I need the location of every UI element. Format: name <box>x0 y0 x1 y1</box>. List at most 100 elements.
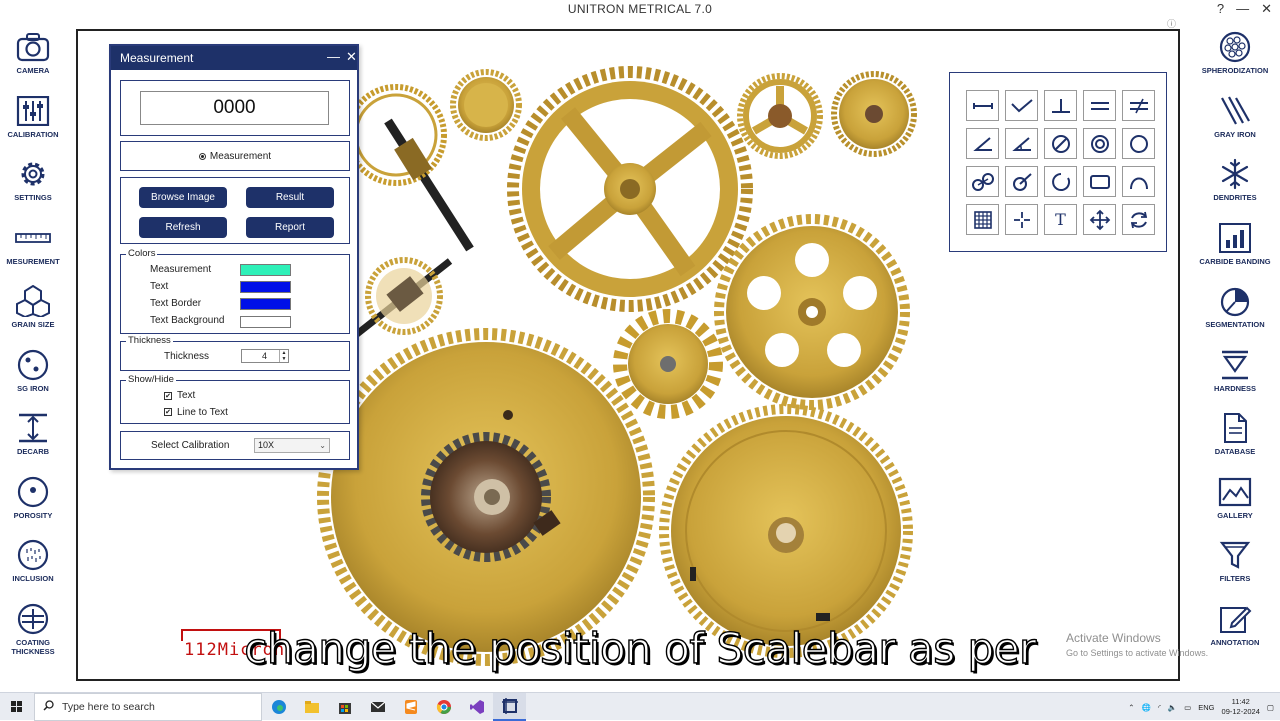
grain-size-icon <box>15 284 51 318</box>
circle-diameter-tool-icon[interactable] <box>1044 128 1077 159</box>
angle-tool-icon[interactable] <box>966 128 999 159</box>
refresh-button[interactable]: Refresh <box>139 217 227 238</box>
panel-title: Measurement <box>120 51 194 65</box>
thickness-label: Thickness <box>164 351 210 362</box>
language-indicator[interactable]: ENG <box>1198 703 1214 712</box>
notification-icon[interactable]: ▢ <box>1267 703 1274 712</box>
line-to-text-checkbox[interactable]: ✔ <box>164 408 172 416</box>
crosshair-tool-icon[interactable] <box>1005 204 1038 235</box>
sidebar-item-grain-size[interactable]: GRAIN SIZE <box>0 284 66 348</box>
panel-header[interactable]: Measurement — ✕ <box>111 46 357 70</box>
pencil-icon <box>1217 602 1253 636</box>
circle-radius-tool-icon[interactable] <box>1005 166 1038 197</box>
thickness-stepper[interactable]: 4 ▲ ▼ <box>241 349 289 363</box>
unitron-app-icon[interactable] <box>493 692 526 721</box>
gear-small-top-3 <box>831 71 917 157</box>
measurement-color-swatch[interactable] <box>240 264 291 276</box>
volume-icon[interactable]: 🔈 <box>1168 703 1177 712</box>
spherodization-icon <box>1217 30 1253 64</box>
sidebar-item-hardness[interactable]: HARDNESS <box>1196 348 1274 412</box>
sidebar-item-spherodization[interactable]: SPHERODIZATION <box>1196 30 1274 94</box>
perpendicular-tool-icon[interactable] <box>1044 90 1077 121</box>
sidebar-item-gallery[interactable]: GALLERY <box>1196 475 1274 539</box>
sidebar-item-sg-iron[interactable]: SG IRON <box>0 348 66 412</box>
file-explorer-icon[interactable] <box>295 693 328 721</box>
line-to-text-label: Line to Text <box>177 407 228 418</box>
calibration-select[interactable]: 10X ⌄ <box>254 438 330 453</box>
sidebar-label: MESUREMENT <box>6 256 60 266</box>
text-background-color-swatch[interactable] <box>240 316 291 328</box>
calibration-value: 10X <box>258 440 275 450</box>
text-checkbox[interactable]: ✔ <box>164 392 172 400</box>
line-tool-icon[interactable] <box>966 90 999 121</box>
inclusion-icon <box>15 538 51 572</box>
result-button[interactable]: Result <box>246 187 334 208</box>
angle-arc-tool-icon[interactable] <box>1005 128 1038 159</box>
sidebar-item-porosity[interactable]: POROSITY <box>0 475 66 539</box>
text-border-color-swatch[interactable] <box>240 298 291 310</box>
sidebar-item-camera[interactable]: CAMERA <box>0 30 66 94</box>
sidebar-item-measurement[interactable]: MESUREMENT <box>0 221 66 285</box>
sidebar-item-decarb[interactable]: DECARB <box>0 411 66 475</box>
sidebar-item-database[interactable]: DATABASE <box>1196 411 1274 475</box>
snowflake-icon <box>1217 157 1253 191</box>
sidebar-item-coating-thickness[interactable]: COATING THICKNESS <box>0 602 66 666</box>
panel-minimize-icon[interactable]: — <box>327 49 340 64</box>
taskbar: Type here to search ⌃ 🌐 ◜ 🔈 ▭ ENG 11:42 … <box>0 692 1280 721</box>
minimize-button[interactable]: — <box>1236 1 1249 17</box>
circle-tool-icon[interactable] <box>1122 128 1155 159</box>
parallel-lines-tool-icon[interactable] <box>1083 90 1116 121</box>
color-row-label: Text Background <box>150 315 225 326</box>
edge-icon[interactable] <box>262 693 295 721</box>
move-tool-icon[interactable] <box>1083 204 1116 235</box>
chevron-down-icon: ⌄ <box>319 441 326 450</box>
taskbar-search[interactable]: Type here to search <box>34 692 262 721</box>
report-button[interactable]: Report <box>246 217 334 238</box>
sidebar-item-gray-iron[interactable]: GRAY IRON <box>1196 94 1274 158</box>
rectangle-tool-icon[interactable] <box>1083 166 1116 197</box>
radio-dot-icon <box>198 152 206 160</box>
sidebar-item-filters[interactable]: FILTERS <box>1196 538 1274 602</box>
curve-tool-icon[interactable] <box>1122 166 1155 197</box>
text-tool-icon[interactable]: T <box>1044 204 1077 235</box>
chrome-icon[interactable] <box>427 693 460 721</box>
circle-to-circle-tool-icon[interactable] <box>966 166 999 197</box>
arc-tool-icon[interactable] <box>1044 166 1077 197</box>
watermark-line-2: Go to Settings to activate Windows. <box>1066 648 1209 658</box>
measurement-radio[interactable]: Measurement <box>121 142 349 170</box>
clock[interactable]: 11:42 09-12-2024 <box>1222 697 1260 717</box>
coating-thickness-icon <box>15 602 51 636</box>
clock-date: 09-12-2024 <box>1221 707 1260 716</box>
polyline-tool-icon[interactable] <box>1005 90 1038 121</box>
sidebar-item-segmentation[interactable]: SEGMENTATION <box>1196 284 1274 348</box>
bar-chart-icon <box>1217 221 1253 255</box>
ruler-icon <box>15 221 51 255</box>
network-icon[interactable]: 🌐 <box>1142 703 1151 712</box>
close-button[interactable]: ✕ <box>1261 1 1272 17</box>
scalebar-text[interactable]: 112Micron <box>184 640 285 660</box>
wifi-icon[interactable]: ◜ <box>1158 703 1161 712</box>
visual-studio-icon[interactable] <box>460 693 493 721</box>
windows-start-icon[interactable] <box>0 693 34 721</box>
browse-image-button[interactable]: Browse Image <box>139 187 227 208</box>
calibration-sliders-icon <box>15 94 51 128</box>
sidebar-item-settings[interactable]: SETTINGS <box>0 157 66 221</box>
store-icon[interactable] <box>328 693 361 721</box>
text-checkbox-label: Text <box>177 390 196 401</box>
help-button[interactable]: ? <box>1217 1 1224 17</box>
sidebar-item-dendrites[interactable]: DENDRITES <box>1196 157 1274 221</box>
refresh-tool-icon[interactable] <box>1122 204 1155 235</box>
tray-chevron-icon[interactable]: ⌃ <box>1128 703 1134 712</box>
sidebar-item-carbide-banding[interactable]: CARBIDE BANDING <box>1196 221 1274 285</box>
grid-tool-icon[interactable] <box>966 204 999 235</box>
sidebar-item-calibration[interactable]: CALIBRATION <box>0 94 66 158</box>
not-parallel-tool-icon[interactable] <box>1122 90 1155 121</box>
text-color-swatch[interactable] <box>240 281 291 293</box>
sublime-icon[interactable] <box>394 693 427 721</box>
battery-icon[interactable]: ▭ <box>1184 703 1191 712</box>
concentric-circles-tool-icon[interactable] <box>1083 128 1116 159</box>
panel-close-icon[interactable]: ✕ <box>346 49 357 65</box>
stepper-arrows-icon[interactable]: ▲ ▼ <box>279 350 288 362</box>
sidebar-item-inclusion[interactable]: INCLUSION <box>0 538 66 602</box>
mail-icon[interactable] <box>361 693 394 721</box>
